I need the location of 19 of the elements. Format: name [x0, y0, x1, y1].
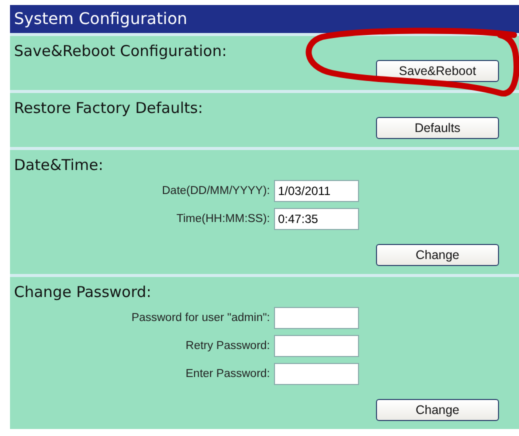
input-field[interactable] [274, 307, 359, 329]
section-heading: Date&Time: [14, 156, 104, 174]
field-label: Date(DD/MM/YYYY): [162, 185, 270, 197]
field-label: Retry Password: [186, 340, 270, 352]
action-button[interactable]: Change [376, 244, 499, 266]
input-field[interactable] [274, 363, 359, 385]
window-title: System Configuration [10, 5, 519, 33]
field-label: Enter Password: [186, 368, 270, 380]
input-field[interactable] [274, 335, 359, 357]
section-heading: Restore Factory Defaults: [14, 99, 204, 117]
action-button[interactable]: Save&Reboot [376, 60, 499, 82]
input-field[interactable]: 0:47:35 [274, 208, 359, 230]
field-label: Password for user "admin": [131, 312, 270, 324]
section-heading: Change Password: [14, 283, 152, 301]
action-button[interactable]: Defaults [376, 117, 499, 139]
section-heading: Save&Reboot Configuration: [14, 42, 228, 60]
field-label: Time(HH:MM:SS): [176, 213, 270, 225]
input-field[interactable]: 1/03/2011 [274, 180, 359, 202]
action-button[interactable]: Change [376, 399, 499, 421]
